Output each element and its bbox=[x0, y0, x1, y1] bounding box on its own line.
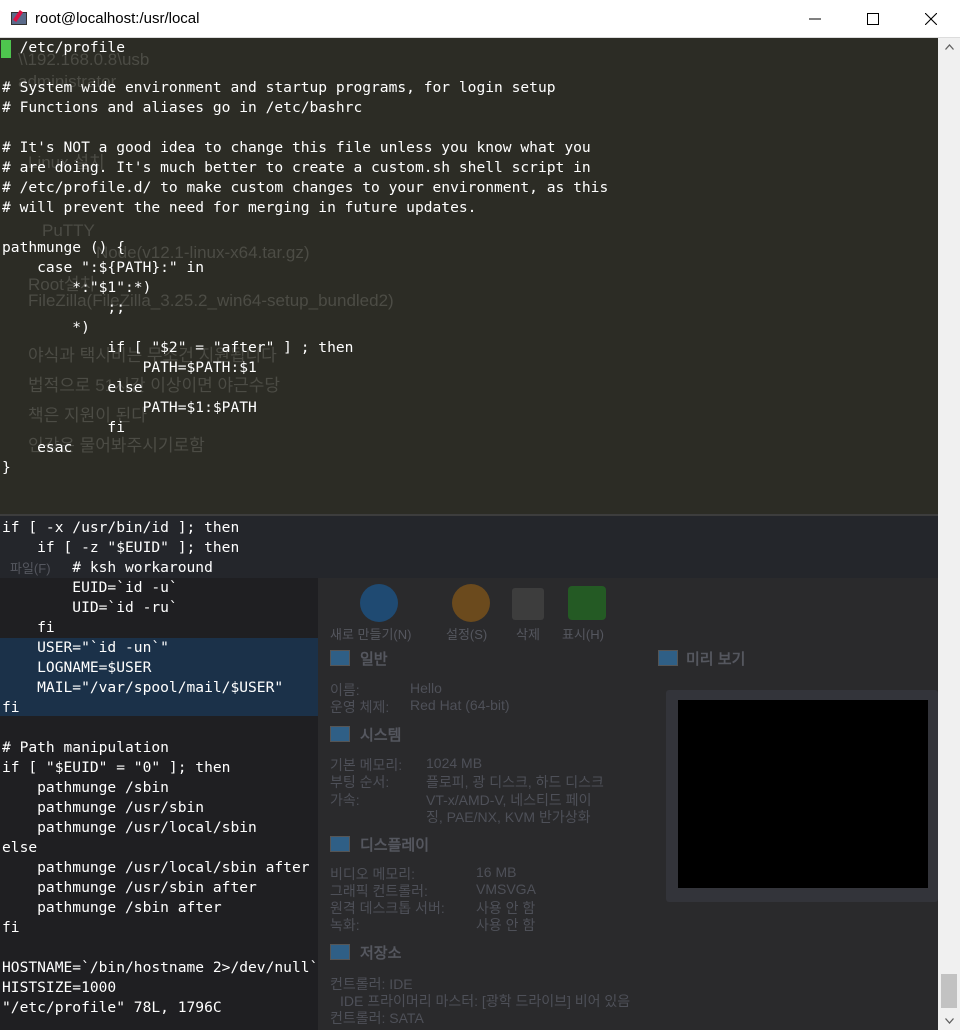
terminal-line: if [ -x /usr/bin/id ]; then bbox=[2, 519, 240, 536]
terminal-line: } bbox=[2, 459, 11, 476]
vertical-scrollbar[interactable] bbox=[938, 38, 960, 1030]
terminal-area[interactable]: \\192.168.0.8\usb administrator Linux 설치… bbox=[0, 38, 938, 1030]
maximize-button[interactable] bbox=[844, 0, 902, 38]
terminal-line: *) bbox=[2, 319, 90, 336]
terminal-line: PATH=$1:$PATH bbox=[2, 399, 257, 416]
putty-window: root@localhost:/usr/local \\192.168.0.8\… bbox=[0, 0, 960, 1030]
terminal-line: case ":${PATH}:" in bbox=[2, 259, 205, 276]
terminal-line: MAIL="/var/spool/mail/$USER" bbox=[2, 679, 284, 696]
terminal-line: pathmunge /sbin bbox=[2, 779, 169, 796]
scroll-up-arrow-icon bbox=[944, 44, 954, 50]
ghost-preview-header: 미리 보기 bbox=[686, 651, 746, 668]
close-icon bbox=[925, 13, 937, 25]
minimize-icon bbox=[809, 18, 821, 20]
terminal-line: # /etc/profile.d/ to make custom changes… bbox=[2, 179, 609, 196]
terminal-line: # are doing. It's much better to create … bbox=[2, 159, 591, 176]
terminal-text: # /etc/profile # System wide environment … bbox=[2, 38, 608, 1018]
terminal-line: if [ -z "$EUID" ]; then bbox=[2, 539, 240, 556]
terminal-line: if [ "$EUID" = "0" ]; then bbox=[2, 759, 231, 776]
scroll-down-button[interactable] bbox=[938, 1012, 960, 1030]
terminal-line: USER="`id -un`" bbox=[2, 639, 169, 656]
terminal-line: EUID=`id -u` bbox=[2, 579, 178, 596]
terminal-line: pathmunge /sbin after bbox=[2, 899, 222, 916]
terminal-line: else bbox=[2, 839, 38, 856]
terminal-line: ;; bbox=[2, 299, 126, 316]
minimize-button[interactable] bbox=[786, 0, 844, 38]
scroll-thumb[interactable] bbox=[941, 974, 957, 1008]
close-button[interactable] bbox=[902, 0, 960, 38]
terminal-line: pathmunge /usr/sbin after bbox=[2, 879, 257, 896]
terminal-line: UID=`id -ru` bbox=[2, 599, 178, 616]
vm-preview-screen bbox=[678, 700, 928, 888]
terminal-line: "/etc/profile" 78L, 1796C bbox=[2, 999, 222, 1016]
terminal-line: if [ "$2" = "after" ] ; then bbox=[2, 339, 354, 356]
terminal-line: # ksh workaround bbox=[2, 559, 213, 576]
terminal-line: # will prevent the need for merging in f… bbox=[2, 199, 477, 216]
terminal-line: esac bbox=[2, 439, 73, 456]
terminal-line: LOGNAME=$USER bbox=[2, 659, 152, 676]
preview-section-icon bbox=[658, 650, 678, 666]
scroll-up-button[interactable] bbox=[938, 38, 960, 56]
terminal-line: HOSTNAME=`/bin/hostname 2>/dev/null` bbox=[2, 959, 319, 976]
terminal-line: pathmunge /usr/local/sbin after bbox=[2, 859, 310, 876]
terminal-line: HISTSIZE=1000 bbox=[2, 979, 117, 996]
terminal-line: PATH=$PATH:$1 bbox=[2, 359, 257, 376]
window-title: root@localhost:/usr/local bbox=[35, 10, 200, 27]
terminal-line: else bbox=[2, 379, 143, 396]
terminal-line: # System wide environment and startup pr… bbox=[2, 79, 556, 96]
putty-icon[interactable] bbox=[10, 9, 28, 28]
terminal-line: # /etc/profile bbox=[2, 39, 126, 56]
scroll-down-arrow-icon bbox=[944, 1018, 954, 1024]
terminal-line: pathmunge /usr/local/sbin bbox=[2, 819, 257, 836]
terminal-line: pathmunge /usr/sbin bbox=[2, 799, 205, 816]
terminal-line: fi bbox=[2, 619, 55, 636]
terminal-line: fi bbox=[2, 699, 20, 716]
terminal-line: *:"$1":*) bbox=[2, 279, 152, 296]
terminal-line: # It's NOT a good idea to change this fi… bbox=[2, 139, 591, 156]
terminal-line: fi bbox=[2, 919, 20, 936]
terminal-line: # Functions and aliases go in /etc/bashr… bbox=[2, 99, 363, 116]
terminal-line: # Path manipulation bbox=[2, 739, 169, 756]
title-bar[interactable]: root@localhost:/usr/local bbox=[0, 0, 960, 38]
maximize-icon bbox=[867, 13, 879, 25]
terminal-cursor bbox=[1, 40, 11, 58]
terminal-line: pathmunge () { bbox=[2, 239, 126, 256]
terminal-line: fi bbox=[2, 419, 126, 436]
